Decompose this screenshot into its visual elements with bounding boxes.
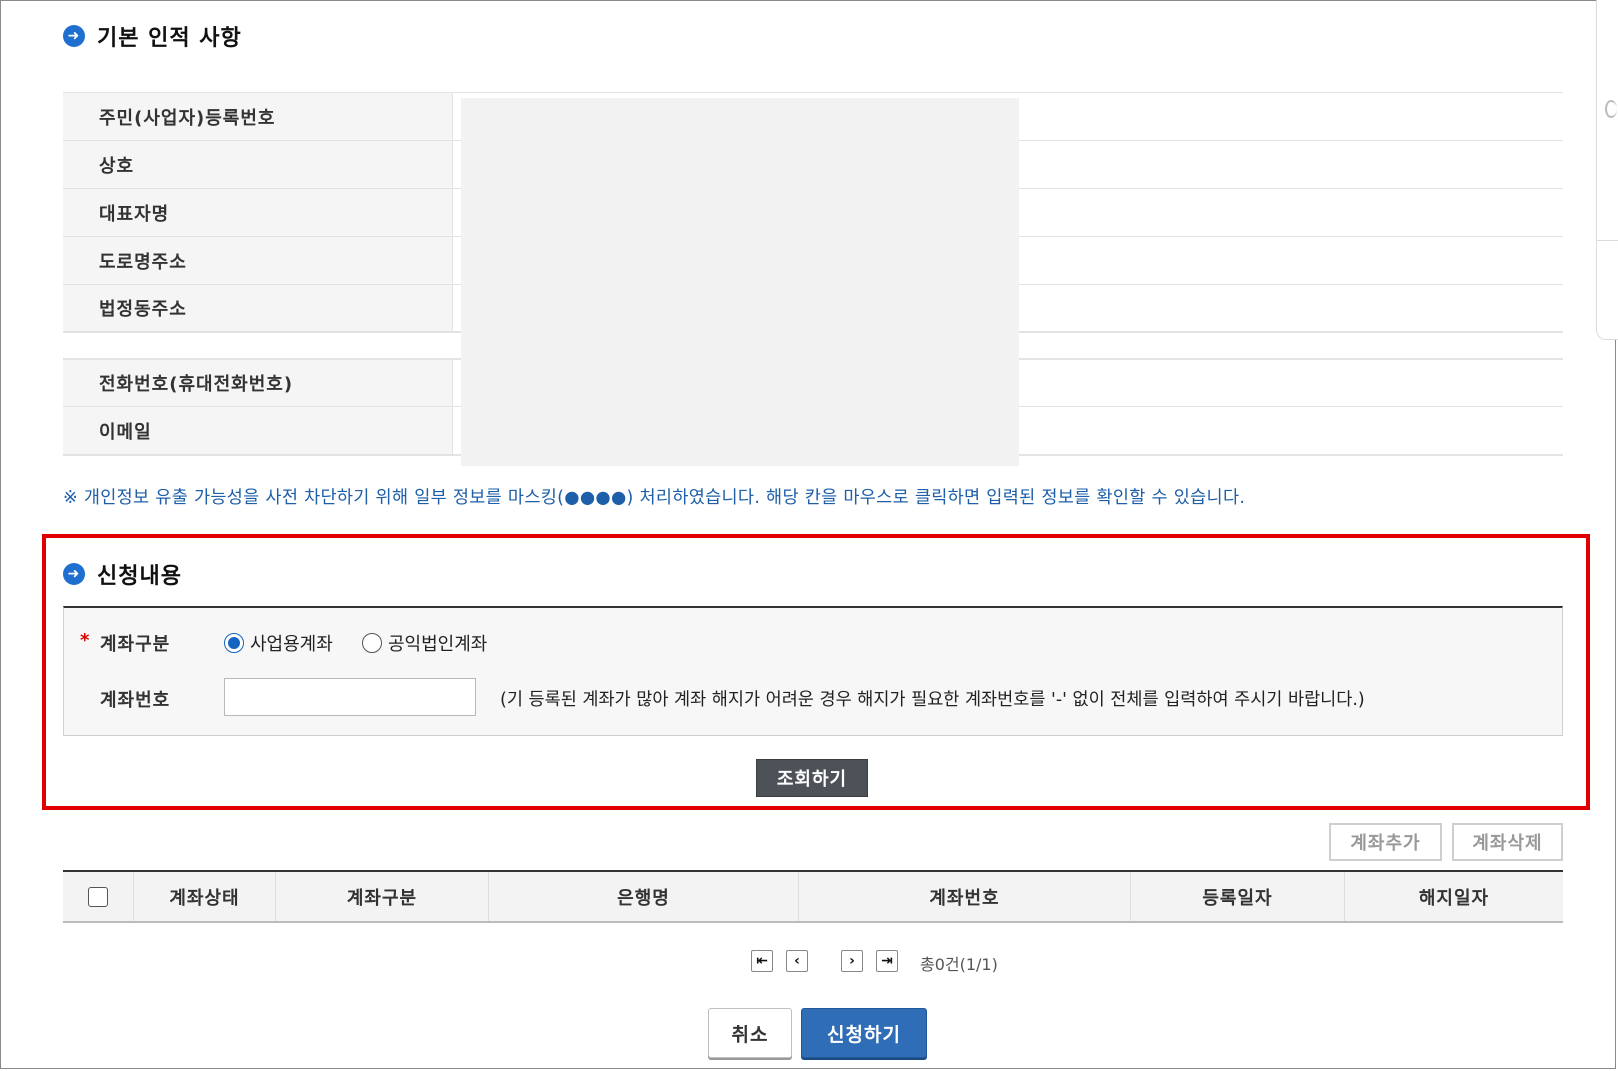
arrow-circle-icon: ➜	[63, 25, 85, 47]
chevron-left-icon[interactable]: ‹	[786, 950, 808, 972]
arrow-last-icon[interactable]: ⇥	[876, 950, 898, 972]
account-number-hint: (기 등록된 계좌가 많아 계좌 해지가 어려운 경우 해지가 필요한 계좌번호…	[500, 690, 1365, 710]
table-header-type: 계좌구분	[276, 872, 489, 921]
table-header-registered-date: 등록일자	[1131, 872, 1345, 921]
side-handle-icon	[1605, 100, 1617, 118]
select-all-checkbox[interactable]	[88, 886, 108, 907]
radio-unchecked-icon[interactable]	[362, 633, 382, 653]
required-mark: *	[80, 630, 90, 651]
apply-button[interactable]: 신청하기	[801, 1008, 927, 1058]
arrow-circle-icon: ➜	[63, 563, 85, 585]
pagination-summary: 총0건(1/1)	[920, 955, 998, 974]
table-header-closed-date: 해지일자	[1418, 887, 1490, 909]
account-number-input[interactable]	[224, 678, 476, 716]
side-panel-edge	[1596, 0, 1618, 340]
request-form: * 계좌구분 사업용계좌 공익법인계좌 계좌번호 (기 등록된 계좌가 많아 계…	[63, 606, 1563, 736]
basic-info-title: ➜ 기본 인적 사항	[63, 20, 242, 52]
table-header-checkbox	[63, 872, 134, 921]
add-account-button[interactable]: 계좌추가	[1329, 823, 1442, 861]
table-header-status: 계좌상태	[134, 872, 276, 921]
account-table: 계좌상태 계좌구분 은행명 계좌번호 등록일자 해지일자	[63, 870, 1563, 923]
arrow-first-icon[interactable]: ⇤	[751, 950, 773, 972]
masked-info-area[interactable]	[461, 98, 1019, 466]
account-type-label: 계좌구분	[100, 634, 171, 655]
masking-notice: ※ 개인정보 유출 가능성을 사전 차단하기 위해 일부 정보를 마스킹(●●●…	[63, 488, 1246, 508]
radio-business-account[interactable]: 사업용계좌	[224, 630, 333, 656]
chevron-right-icon[interactable]: ›	[841, 950, 863, 972]
table-header-account-number: 계좌번호	[799, 872, 1131, 921]
radio-public-corp-account[interactable]: 공익법인계좌	[362, 630, 487, 656]
cancel-button[interactable]: 취소	[708, 1008, 792, 1058]
table-header-bank: 은행명	[489, 872, 799, 921]
radio-checked-icon[interactable]	[224, 633, 244, 653]
search-button[interactable]: 조회하기	[756, 759, 868, 797]
request-title: ➜ 신청내용	[63, 558, 182, 590]
account-number-label: 계좌번호	[100, 690, 171, 711]
delete-account-button[interactable]: 계좌삭제	[1452, 823, 1563, 861]
